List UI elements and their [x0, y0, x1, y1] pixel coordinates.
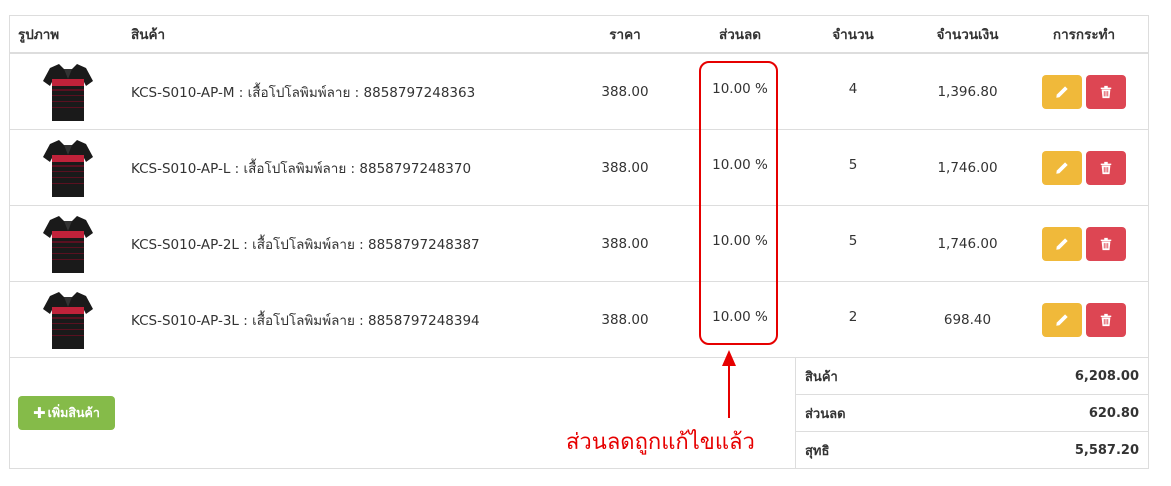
product-name: KCS-S010-AP-L : เสื้อโปโลพิมพ์ลาย : 8858…: [131, 160, 472, 177]
product-name: KCS-S010-AP-3L : เสื้อโปโลพิมพ์ลาย : 885…: [131, 312, 480, 329]
summary-products: สินค้า 6,208.00: [796, 358, 1148, 395]
header-amount: จำนวนเงิน: [936, 27, 999, 43]
summary-net-value: 5,587.20: [1074, 443, 1139, 458]
product-name: KCS-S010-AP-M : เสื้อโปโลพิมพ์ลาย : 8858…: [131, 84, 476, 101]
pencil-icon: [1056, 161, 1068, 174]
cart-table: รูปภาพ สินค้า ราคา ส่วนลด จำนวน จำนวนเงิ…: [9, 15, 1149, 469]
row-actions: [1020, 282, 1148, 357]
header-discount: ส่วนลด: [718, 27, 762, 43]
summary-net-label: สุทธิ: [805, 444, 830, 459]
summary-products-value: 6,208.00: [1074, 368, 1139, 384]
product-name: KCS-S010-AP-2L : เสื้อโปโลพิมพ์ลาย : 885…: [131, 236, 480, 253]
amount: 1,746.00: [937, 159, 998, 176]
price: 388.00: [601, 159, 649, 176]
polo-shirt-image: [43, 215, 93, 273]
header-product: สินค้า: [131, 27, 166, 43]
product-image: [10, 130, 115, 205]
edit-button[interactable]: [1042, 302, 1082, 337]
summary-discount-value: 620.80: [1088, 405, 1139, 421]
summary-discount-label: ส่วนลด: [805, 406, 846, 422]
polo-shirt-image: [43, 139, 93, 197]
annotation-arrow-line: [728, 364, 730, 418]
annotation-text: ส่วนลดถูกแก้ไขแล้ว: [566, 430, 755, 455]
quantity: 2: [848, 309, 858, 325]
quantity: 5: [848, 233, 858, 249]
product-image: [10, 206, 115, 281]
edit-button[interactable]: [1042, 150, 1082, 185]
amount: 1,746.00: [937, 235, 998, 252]
pencil-icon: [1056, 237, 1068, 250]
header-actions: การกระทำ: [1052, 27, 1116, 43]
price: 388.00: [601, 83, 649, 100]
table-row: KCS-S010-AP-2L : เสื้อโปโลพิมพ์ลาย : 885…: [10, 206, 1148, 282]
trash-icon: [1100, 313, 1112, 326]
row-actions: [1020, 130, 1148, 205]
edit-button[interactable]: [1042, 74, 1082, 109]
price: 388.00: [601, 235, 649, 252]
product-image: [10, 282, 115, 357]
edit-button[interactable]: [1042, 226, 1082, 261]
table-header: รูปภาพ สินค้า ราคา ส่วนลด จำนวน จำนวนเงิ…: [10, 16, 1148, 54]
delete-button[interactable]: [1086, 226, 1126, 261]
header-price: ราคา: [609, 27, 641, 43]
row-actions: [1020, 206, 1148, 281]
delete-button[interactable]: [1086, 150, 1126, 185]
pencil-icon: [1056, 313, 1068, 326]
delete-button[interactable]: [1086, 74, 1126, 109]
row-actions: [1020, 54, 1148, 129]
quantity: 4: [848, 81, 858, 97]
header-image: รูปภาพ: [18, 27, 60, 43]
summary-net: สุทธิ 5,587.20: [796, 432, 1148, 469]
amount: 1,396.80: [937, 83, 998, 100]
polo-shirt-image: [43, 291, 93, 349]
header-quantity: จำนวน: [832, 27, 874, 43]
quantity: 5: [848, 157, 858, 173]
amount: 698.40: [943, 311, 992, 328]
discount-highlight-box: [699, 61, 778, 345]
table-row: KCS-S010-AP-3L : เสื้อโปโลพิมพ์ลาย : 885…: [10, 282, 1148, 358]
price: 388.00: [601, 311, 649, 328]
polo-shirt-image: [43, 63, 93, 121]
add-product-button[interactable]: ✚ เพิ่มสินค้า: [18, 396, 115, 430]
plus-icon: ✚: [33, 404, 46, 422]
summary-discount: ส่วนลด 620.80: [796, 395, 1148, 432]
trash-icon: [1100, 85, 1112, 98]
table-row: KCS-S010-AP-M : เสื้อโปโลพิมพ์ลาย : 8858…: [10, 54, 1148, 130]
pencil-icon: [1056, 85, 1068, 98]
table-row: KCS-S010-AP-L : เสื้อโปโลพิมพ์ลาย : 8858…: [10, 130, 1148, 206]
trash-icon: [1100, 237, 1112, 250]
trash-icon: [1100, 161, 1112, 174]
delete-button[interactable]: [1086, 302, 1126, 337]
summary-products-label: สินค้า: [805, 369, 838, 385]
add-product-label: เพิ่มสินค้า: [47, 405, 100, 420]
product-image: [10, 54, 115, 129]
